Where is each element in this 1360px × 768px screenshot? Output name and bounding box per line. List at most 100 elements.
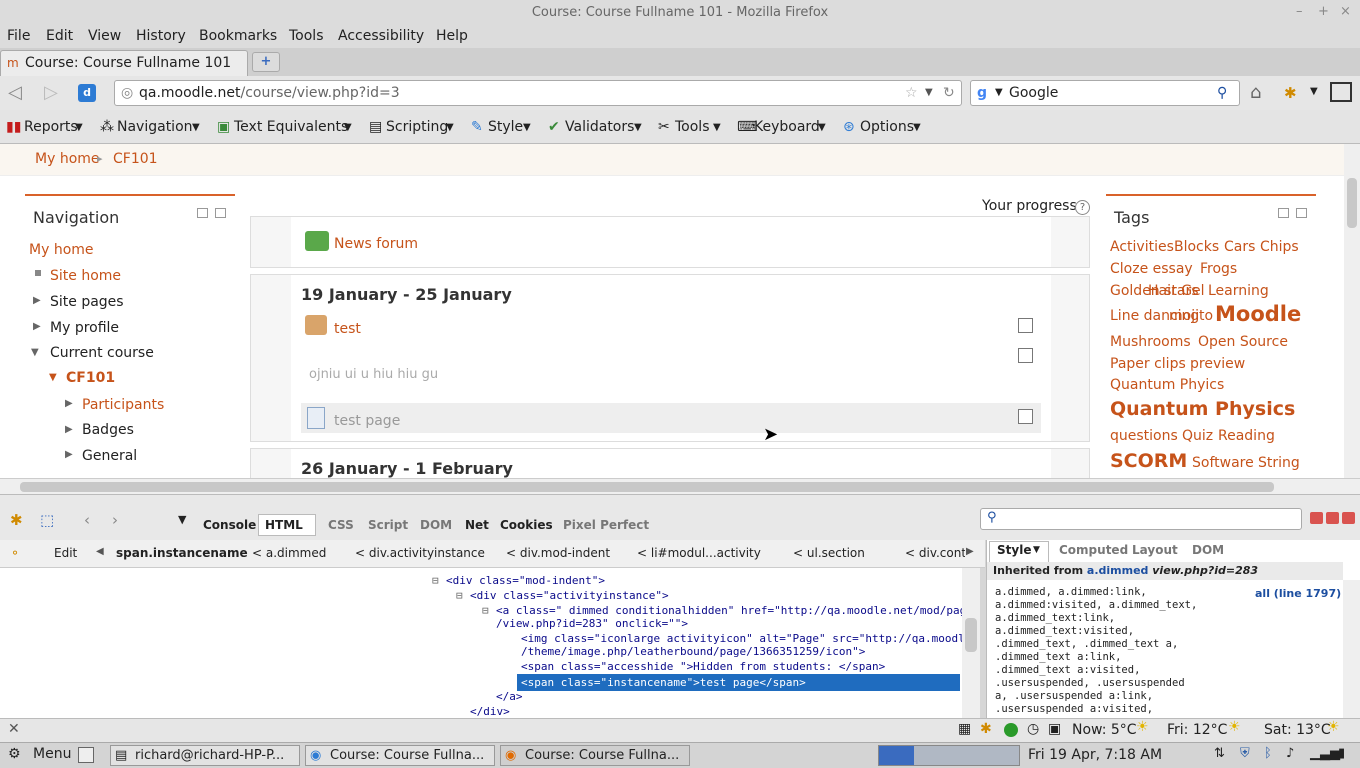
- rule-source-link[interactable]: all (line 1797): [1255, 587, 1341, 600]
- tag-string[interactable]: String: [1258, 455, 1300, 471]
- path-scroll-left-icon[interactable]: ◀: [96, 546, 104, 557]
- firebug-dropdown-icon[interactable]: ▼: [1310, 86, 1318, 97]
- wad-tools[interactable]: Tools: [675, 119, 710, 135]
- wad-scripting[interactable]: Scripting: [386, 119, 448, 135]
- path-div-content[interactable]: < div.content: [905, 546, 965, 560]
- bookmark-star-icon[interactable]: ☆: [905, 81, 918, 105]
- close-icon[interactable]: ×: [1340, 4, 1351, 19]
- dock-icon[interactable]: [1296, 208, 1307, 218]
- test-page-link[interactable]: test page: [334, 413, 400, 429]
- back-icon[interactable]: ◁: [8, 82, 22, 103]
- html-line[interactable]: </a>: [496, 690, 523, 703]
- home-icon[interactable]: ⌂: [1250, 82, 1261, 103]
- html-line[interactable]: <img class="iconlarge activityicon" alt=…: [521, 632, 962, 645]
- detach-firebug-icon[interactable]: [1326, 512, 1339, 524]
- nav-participants[interactable]: Participants: [82, 397, 164, 413]
- taskbar-browser-2[interactable]: ◉ Course: Course Fullna...: [500, 745, 690, 766]
- chevron-down-icon[interactable]: ▼: [178, 513, 186, 526]
- tag-moodle[interactable]: Moodle: [1215, 302, 1301, 326]
- activity-test-link[interactable]: test: [334, 321, 361, 337]
- wad-keyboard[interactable]: Keyboard: [754, 119, 820, 135]
- minimize-icon[interactable]: –: [1296, 4, 1303, 19]
- firebug-tab-cookies[interactable]: Cookies: [500, 518, 553, 532]
- close-icon[interactable]: ✕: [8, 721, 20, 737]
- clock-icon[interactable]: ◷: [1027, 721, 1039, 737]
- tag-learning[interactable]: Learning: [1208, 283, 1269, 299]
- addon-icon[interactable]: ▦: [958, 721, 971, 737]
- tag-mojito[interactable]: mojito: [1169, 308, 1213, 324]
- firebug-status-icon[interactable]: ✱: [980, 721, 992, 737]
- collapse-node-icon[interactable]: ⊟: [456, 589, 463, 602]
- maximize-icon[interactable]: +: [1318, 4, 1329, 19]
- path-scroll-right-icon[interactable]: ▶: [966, 546, 974, 557]
- url-dropdown-icon[interactable]: ▼: [925, 81, 933, 105]
- firebug-tab-pixel-perfect[interactable]: Pixel Perfect: [563, 518, 649, 532]
- collapse-icon[interactable]: [197, 208, 208, 218]
- close-firebug-icon[interactable]: [1342, 512, 1355, 524]
- calendar-icon[interactable]: ▣: [1048, 721, 1061, 737]
- tab-course[interactable]: m Course: Course Fullname 101: [0, 50, 248, 76]
- edit-button[interactable]: Edit: [54, 546, 77, 560]
- firebug-search-input[interactable]: ⚲: [980, 508, 1302, 530]
- dock-icon[interactable]: [215, 208, 226, 218]
- firebug-tab-console[interactable]: Console: [203, 518, 256, 532]
- path-ul-section[interactable]: < ul.section: [793, 546, 865, 560]
- nav-course-cf101[interactable]: CF101: [66, 370, 115, 386]
- completion-checkbox[interactable]: [1018, 409, 1033, 424]
- nav-my-home[interactable]: My home: [29, 242, 94, 258]
- collapse-node-icon[interactable]: ⊟: [432, 574, 439, 587]
- expand-arrow-icon[interactable]: ▶: [65, 398, 73, 409]
- collapse-node-icon[interactable]: ⊟: [482, 604, 489, 617]
- inspect-icon[interactable]: ⬚: [40, 511, 54, 529]
- menu-edit[interactable]: Edit: [46, 28, 73, 44]
- forward-icon[interactable]: ▷: [44, 82, 58, 103]
- url-bar[interactable]: ◎ qa.moodle.net/course/view.php?id=3 ☆ ▼…: [114, 80, 962, 106]
- taskbar-terminal[interactable]: ▤ richard@richard-HP-P...: [110, 745, 300, 766]
- tag-frogs[interactable]: Frogs: [1200, 261, 1237, 277]
- nav-general[interactable]: General: [82, 448, 137, 464]
- firebug-tab-net[interactable]: Net: [465, 518, 489, 532]
- taskbar-clock[interactable]: Fri 19 Apr, 7:18 AM: [1028, 747, 1162, 763]
- tag-paper-clips[interactable]: Paper clips: [1110, 356, 1186, 372]
- tag-activities[interactable]: Activities: [1110, 239, 1174, 255]
- html-line[interactable]: <a class=" dimmed conditionalhidden" hre…: [496, 604, 962, 617]
- wad-reports[interactable]: Reports: [24, 119, 78, 135]
- battery-icon[interactable]: ▮: [1338, 746, 1345, 761]
- html-line[interactable]: /theme/image.php/leatherbound/page/13663…: [521, 645, 865, 658]
- volume-icon[interactable]: ♪: [1286, 746, 1294, 761]
- collapse-icon[interactable]: [1278, 208, 1289, 218]
- tag-quiz[interactable]: Quiz: [1182, 428, 1213, 444]
- expand-arrow-icon[interactable]: ▶: [65, 424, 73, 435]
- firebug-tab-css[interactable]: CSS: [328, 518, 354, 532]
- start-menu-button[interactable]: Menu: [33, 746, 71, 762]
- nav-my-profile[interactable]: My profile: [50, 320, 119, 336]
- collapse-arrow-icon[interactable]: ▼: [49, 372, 57, 383]
- nav-site-pages[interactable]: Site pages: [50, 294, 124, 310]
- collapse-arrow-icon[interactable]: ▼: [31, 347, 39, 358]
- show-desktop-icon[interactable]: [78, 747, 94, 763]
- bluetooth-icon[interactable]: ᛒ: [1264, 746, 1272, 761]
- html-line[interactable]: <span class="accesshide ">Hidden from st…: [521, 660, 885, 673]
- breadcrumb-course[interactable]: CF101: [113, 151, 158, 167]
- html-line[interactable]: /view.php?id=283" onclick="">: [496, 617, 688, 630]
- nav-badges[interactable]: Badges: [82, 422, 134, 438]
- expand-arrow-icon[interactable]: ▶: [65, 449, 73, 460]
- tag-cars[interactable]: Cars: [1224, 239, 1255, 255]
- completion-checkbox[interactable]: [1018, 348, 1033, 363]
- active-workspace[interactable]: [879, 746, 914, 765]
- wad-text-equivalents[interactable]: Text Equivalents: [234, 119, 348, 135]
- menu-accessibility[interactable]: Accessibility: [338, 28, 424, 44]
- status-ok-icon[interactable]: [1004, 723, 1018, 737]
- tag-hair-gel[interactable]: Hair Gel: [1148, 283, 1205, 299]
- menu-bookmarks[interactable]: Bookmarks: [199, 28, 277, 44]
- path-a-dimmed[interactable]: < a.dimmed: [252, 546, 326, 560]
- path-activityinstance[interactable]: < div.activityinstance: [355, 546, 485, 560]
- html-line[interactable]: </div>: [470, 705, 510, 718]
- delicious-icon[interactable]: d: [78, 84, 96, 102]
- tag-scorm[interactable]: SCORM: [1110, 450, 1187, 472]
- network-icon[interactable]: ⇅: [1214, 746, 1225, 761]
- side-tab-computed[interactable]: Computed: [1059, 543, 1128, 557]
- page-horizontal-scrollbar[interactable]: [0, 478, 1360, 494]
- html-line[interactable]: <div class="mod-indent">: [446, 574, 605, 587]
- wad-style[interactable]: Style: [488, 119, 523, 135]
